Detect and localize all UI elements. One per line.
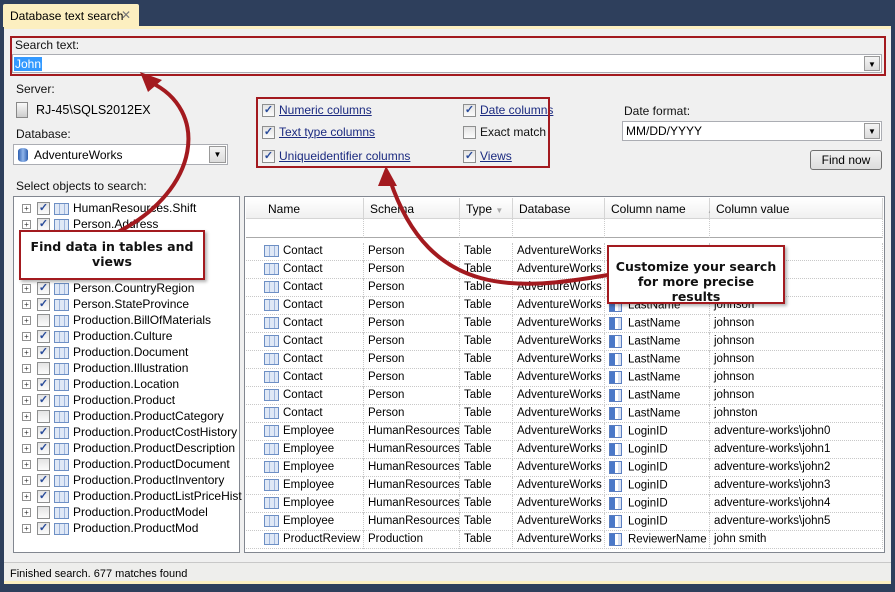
- arrow-to-search: [117, 80, 191, 234]
- arrowhead: [378, 166, 397, 186]
- callout-customize: Customize your search for more precise r…: [607, 245, 785, 304]
- arrow-to-options: [388, 179, 609, 286]
- callout-find-data: Find data in tables and views: [19, 230, 205, 280]
